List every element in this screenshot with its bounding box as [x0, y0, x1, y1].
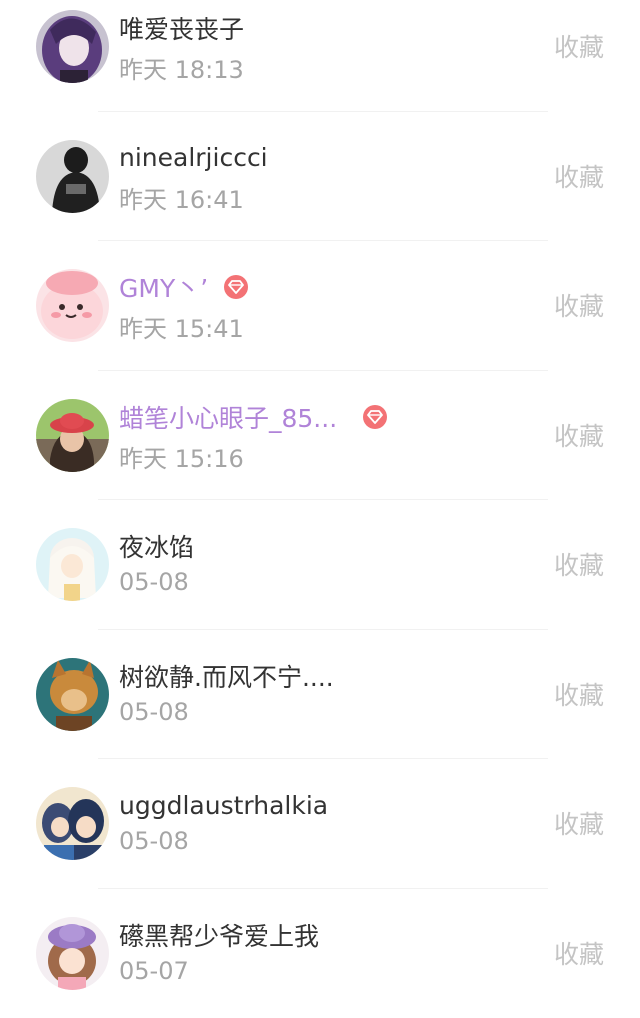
time-label: 昨天 16:41	[119, 180, 244, 215]
user-name[interactable]: ninealrjiccci	[119, 143, 268, 172]
name-line: uggdlaustrhalkia	[119, 787, 328, 823]
favorite-button[interactable]: 收藏	[554, 546, 604, 582]
time-label: 昨天 15:16	[119, 439, 244, 474]
user-name[interactable]: uggdlaustrhalkia	[119, 791, 328, 820]
list-item[interactable]: 树欲静.而风不宁.... 05-08 收藏	[0, 630, 640, 760]
user-name[interactable]: 礤黑帮少爷爱上我	[119, 917, 319, 953]
avatar[interactable]	[36, 140, 109, 213]
time-label: 05-07	[119, 957, 189, 985]
time-label: 05-08	[119, 827, 189, 855]
avatar[interactable]	[36, 10, 109, 83]
list-item[interactable]: ninealrjiccci 昨天 16:41 收藏	[0, 112, 640, 242]
list-item[interactable]: 唯爱丧丧子 昨天 18:13 收藏	[0, 0, 640, 112]
favorite-button[interactable]: 收藏	[554, 935, 604, 971]
list-item[interactable]: 夜冰馅 05-08 收藏	[0, 500, 640, 630]
name-line: 礤黑帮少爷爱上我	[119, 917, 319, 953]
list-item[interactable]: 礤黑帮少爷爱上我 05-07 收藏	[0, 889, 640, 1018]
name-line: 树欲静.而风不宁....	[119, 658, 334, 694]
avatar[interactable]	[36, 528, 109, 601]
avatar[interactable]	[36, 658, 109, 731]
user-name[interactable]: 唯爱丧丧子	[119, 10, 244, 46]
name-line: 夜冰馅	[119, 528, 194, 564]
name-line: 唯爱丧丧子	[119, 10, 244, 46]
favorite-button[interactable]: 收藏	[554, 28, 604, 64]
favorite-button[interactable]: 收藏	[554, 287, 604, 323]
user-list: 唯爱丧丧子 昨天 18:13 收藏 ninealrjiccci 昨天 16:41…	[0, 0, 640, 1018]
diamond-icon	[363, 405, 387, 429]
user-name[interactable]: 树欲静.而风不宁....	[119, 658, 334, 694]
favorite-button[interactable]: 收藏	[554, 805, 604, 841]
user-name[interactable]: GMY丶’	[119, 269, 208, 305]
name-line: GMY丶’	[119, 269, 248, 305]
favorite-button[interactable]: 收藏	[554, 417, 604, 453]
time-label: 05-08	[119, 568, 189, 596]
name-line: 蜡笔小心眼子_85...	[119, 399, 387, 435]
time-label: 昨天 18:13	[119, 50, 244, 85]
time-label: 05-08	[119, 698, 189, 726]
favorite-button[interactable]: 收藏	[554, 158, 604, 194]
avatar[interactable]	[36, 269, 109, 342]
avatar[interactable]	[36, 399, 109, 472]
time-label: 昨天 15:41	[119, 309, 244, 344]
list-item[interactable]: uggdlaustrhalkia 05-08 收藏	[0, 759, 640, 889]
favorite-button[interactable]: 收藏	[554, 676, 604, 712]
list-item[interactable]: 蜡笔小心眼子_85... 昨天 15:16 收藏	[0, 371, 640, 501]
list-item[interactable]: GMY丶’ 昨天 15:41 收藏	[0, 241, 640, 371]
user-name[interactable]: 蜡笔小心眼子_85...	[119, 399, 337, 435]
name-line: ninealrjiccci	[119, 140, 268, 176]
diamond-icon	[224, 275, 248, 299]
avatar[interactable]	[36, 787, 109, 860]
avatar[interactable]	[36, 917, 109, 990]
user-name[interactable]: 夜冰馅	[119, 528, 194, 564]
